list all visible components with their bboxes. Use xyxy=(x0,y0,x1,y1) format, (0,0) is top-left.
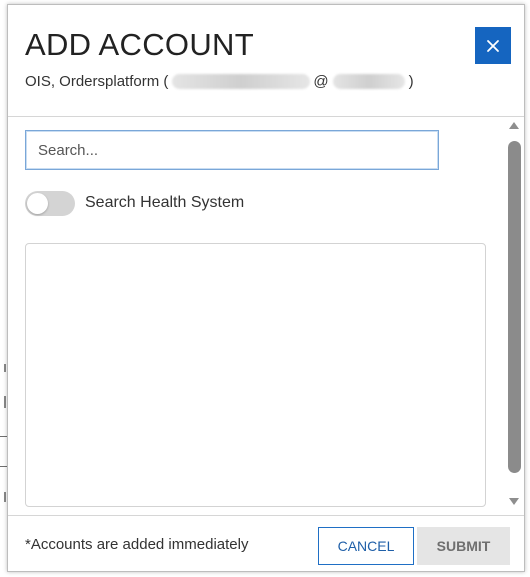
close-icon xyxy=(487,39,499,52)
submit-button[interactable]: SUBMIT xyxy=(417,527,510,565)
scroll-down-arrow-icon[interactable] xyxy=(509,498,519,505)
cancel-button[interactable]: CANCEL xyxy=(318,527,414,565)
redacted-email-user xyxy=(172,74,311,89)
search-results-panel xyxy=(25,243,486,507)
toggle-label: Search Health System xyxy=(85,194,245,211)
redacted-email-domain xyxy=(332,74,405,89)
search-input[interactable] xyxy=(25,130,439,170)
background-mark xyxy=(4,492,6,502)
user-subtitle: OIS, Ordersplatform ( @ ) xyxy=(25,73,414,90)
hidden-content-peek xyxy=(114,508,164,514)
header-divider xyxy=(8,116,524,117)
footer-divider xyxy=(8,515,524,516)
background-mark xyxy=(4,396,6,408)
close-button[interactable] xyxy=(475,27,511,64)
subtitle-at: @ xyxy=(313,73,329,90)
toggle-knob xyxy=(27,193,48,214)
subtitle-prefix: OIS, Ordersplatform ( xyxy=(25,73,169,90)
scrollbar-thumb[interactable] xyxy=(508,141,521,473)
dialog-title: ADD ACCOUNT xyxy=(25,27,254,62)
search-health-system-toggle[interactable] xyxy=(25,191,75,216)
add-account-dialog: ADD ACCOUNT OIS, Ordersplatform ( @ ) Se… xyxy=(7,4,525,572)
scroll-up-arrow-icon[interactable] xyxy=(509,122,519,129)
footer-note: *Accounts are added immediately xyxy=(25,536,249,553)
background-mark xyxy=(4,364,6,372)
subtitle-suffix: ) xyxy=(408,73,414,90)
